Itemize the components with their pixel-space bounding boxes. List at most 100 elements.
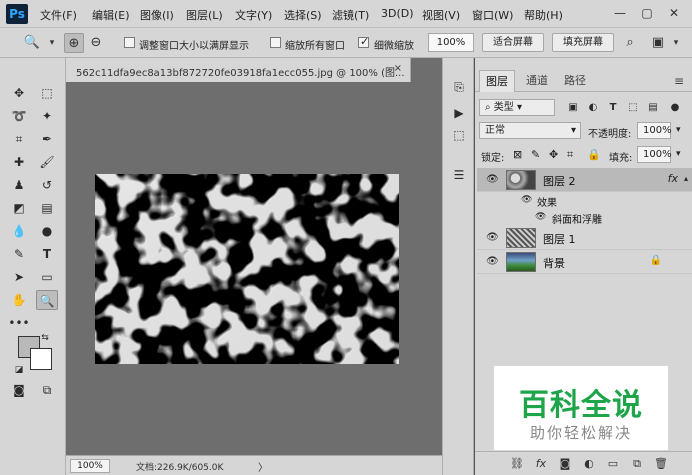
scrubby-zoom-checkbox[interactable]: [358, 35, 369, 48]
filter-type-icon[interactable]: T: [605, 98, 621, 118]
restore-button[interactable]: ▢: [638, 4, 656, 22]
chevron-down-icon[interactable]: ▾: [676, 149, 681, 159]
menu-help[interactable]: 帮助(H): [524, 7, 563, 23]
menu-select[interactable]: 选择(S): [284, 7, 322, 23]
add-mask-icon[interactable]: ◙: [557, 456, 573, 472]
resize-windows-checkbox[interactable]: [124, 37, 135, 48]
gradient-tool-icon[interactable]: ▤: [36, 198, 58, 218]
rectangle-tool-icon[interactable]: ▭: [36, 267, 58, 287]
zoom-percentage-field[interactable]: 100%: [70, 459, 110, 473]
pen-tool-icon[interactable]: ✎: [8, 244, 30, 264]
filter-toggle-icon[interactable]: ●: [667, 98, 683, 118]
menu-layer[interactable]: 图层(L): [186, 7, 223, 23]
lock-position-icon[interactable]: ✥: [549, 148, 558, 161]
eye-icon[interactable]: 👁: [521, 195, 532, 205]
chevron-up-icon[interactable]: ▴: [684, 174, 688, 183]
panel-menu-icon[interactable]: ≡: [671, 70, 687, 92]
menu-file[interactable]: 文件(F): [40, 7, 77, 23]
hand-tool-icon[interactable]: ✋: [8, 290, 30, 310]
minimize-button[interactable]: —: [611, 4, 629, 22]
fit-screen-button[interactable]: 适合屏幕: [482, 33, 544, 52]
lock-transparent-icon[interactable]: ⊠: [513, 148, 522, 161]
layer-row-background[interactable]: 👁 背景 🔒: [477, 250, 692, 274]
crop-tool-icon[interactable]: ⌗: [8, 129, 30, 149]
tab-channels[interactable]: 通道: [519, 70, 555, 92]
zoom-in-icon[interactable]: ⊕: [64, 33, 84, 53]
zoom-out-icon[interactable]: ⊖: [86, 33, 106, 53]
eye-icon[interactable]: 👁: [486, 174, 499, 185]
chevron-right-icon[interactable]: 〉: [258, 459, 268, 474]
type-tool-icon[interactable]: T: [36, 244, 58, 264]
screen-mode-icon[interactable]: ⧉: [36, 380, 58, 400]
blur-tool-icon[interactable]: 💧: [8, 221, 30, 241]
fx-icon[interactable]: fx: [668, 172, 678, 185]
quick-mask-icon[interactable]: ◙: [8, 380, 30, 400]
history-brush-tool-icon[interactable]: ↺: [36, 175, 58, 195]
filter-shape-icon[interactable]: ⬚: [625, 98, 641, 118]
healing-brush-tool-icon[interactable]: ✚: [8, 152, 30, 172]
add-layer-style-icon[interactable]: fx: [533, 456, 549, 472]
swap-colors-icon[interactable]: ⇆: [38, 328, 52, 348]
eye-icon[interactable]: 👁: [535, 212, 546, 222]
zoom-all-windows-checkbox[interactable]: [270, 37, 281, 48]
edit-toolbar-icon[interactable]: •••: [8, 313, 30, 333]
actions-play-icon[interactable]: ▶: [450, 104, 468, 122]
filter-pixel-icon[interactable]: ▣: [565, 98, 581, 118]
effect-bevel-emboss-row[interactable]: 👁 斜面和浮雕: [477, 209, 692, 226]
clone-stamp-tool-icon[interactable]: ♟: [8, 175, 30, 195]
eye-icon[interactable]: 👁: [486, 232, 499, 243]
layer-filter-select[interactable]: ⌕ 类型 ▾: [479, 99, 555, 116]
zoom-tool-icon[interactable]: 🔍: [36, 290, 58, 310]
fill-screen-button[interactable]: 填充屏幕: [552, 33, 614, 52]
new-layer-icon[interactable]: ⧉: [629, 456, 645, 472]
eyedropper-tool-icon[interactable]: ✒: [36, 129, 58, 149]
default-colors-icon[interactable]: ◪: [12, 360, 26, 380]
chevron-down-icon[interactable]: ▾: [676, 125, 681, 135]
menu-window[interactable]: 窗口(W): [472, 7, 513, 23]
move-tool-icon[interactable]: ✥: [8, 83, 30, 103]
brush-tool-icon[interactable]: 🖌: [36, 152, 58, 172]
filter-smart-object-icon[interactable]: ▤: [645, 98, 661, 118]
fill-field[interactable]: 100%: [637, 146, 672, 163]
dodge-tool-icon[interactable]: ●: [36, 221, 58, 241]
magic-wand-tool-icon[interactable]: ✦: [36, 106, 58, 126]
workspace-icon[interactable]: ▣: [648, 33, 668, 53]
3d-panel-icon[interactable]: ⬚: [450, 126, 468, 144]
chevron-down-icon[interactable]: ▾: [666, 33, 686, 53]
layer-row-layer2[interactable]: 👁 图层 2 fx ▴: [477, 168, 692, 192]
filter-adjustment-icon[interactable]: ◐: [585, 98, 601, 118]
properties-panel-icon[interactable]: ☰: [450, 166, 468, 184]
tab-paths[interactable]: 路径: [557, 70, 593, 92]
link-layers-icon[interactable]: ⛓: [509, 456, 525, 472]
lock-all-icon[interactable]: 🔒: [587, 148, 601, 161]
menu-filter[interactable]: 滤镜(T): [332, 7, 369, 23]
menu-image[interactable]: 图像(I): [140, 7, 174, 23]
opacity-field[interactable]: 100%: [637, 122, 672, 139]
new-group-icon[interactable]: ▭: [605, 456, 621, 472]
close-window-button[interactable]: ✕: [665, 4, 683, 22]
search-icon[interactable]: ⌕: [620, 33, 640, 53]
lock-pixels-icon[interactable]: ✎: [531, 148, 540, 161]
effects-row[interactable]: 👁 效果: [477, 192, 692, 209]
chevron-down-icon[interactable]: ▾: [42, 33, 62, 53]
new-adjustment-layer-icon[interactable]: ◐: [581, 456, 597, 472]
history-panel-icon[interactable]: ⎘: [450, 78, 468, 96]
eye-icon[interactable]: 👁: [486, 256, 499, 267]
menu-3d[interactable]: 3D(D): [381, 7, 414, 20]
zoom-tool-preset-icon[interactable]: 🔍: [22, 33, 42, 53]
lasso-tool-icon[interactable]: ➰: [8, 106, 30, 126]
tab-layers[interactable]: 图层: [479, 70, 515, 92]
layer-row-layer1[interactable]: 👁 图层 1: [477, 226, 692, 250]
background-color-swatch[interactable]: [30, 348, 52, 370]
zoom-level-field[interactable]: 100%: [428, 33, 474, 52]
close-document-icon[interactable]: ×: [394, 63, 402, 74]
menu-edit[interactable]: 编辑(E): [92, 7, 130, 23]
document-tab[interactable]: 562c11dfa9ec8a13bf872720fe03918fa1ecc055…: [66, 58, 411, 82]
path-selection-tool-icon[interactable]: ➤: [8, 267, 30, 287]
menu-view[interactable]: 视图(V): [422, 7, 460, 23]
image-canvas[interactable]: [95, 174, 399, 364]
marquee-tool-icon[interactable]: ⬚: [36, 83, 58, 103]
eraser-tool-icon[interactable]: ◩: [8, 198, 30, 218]
blend-mode-select[interactable]: 正常 ▾: [479, 122, 581, 139]
delete-layer-icon[interactable]: 🗑: [653, 456, 669, 472]
